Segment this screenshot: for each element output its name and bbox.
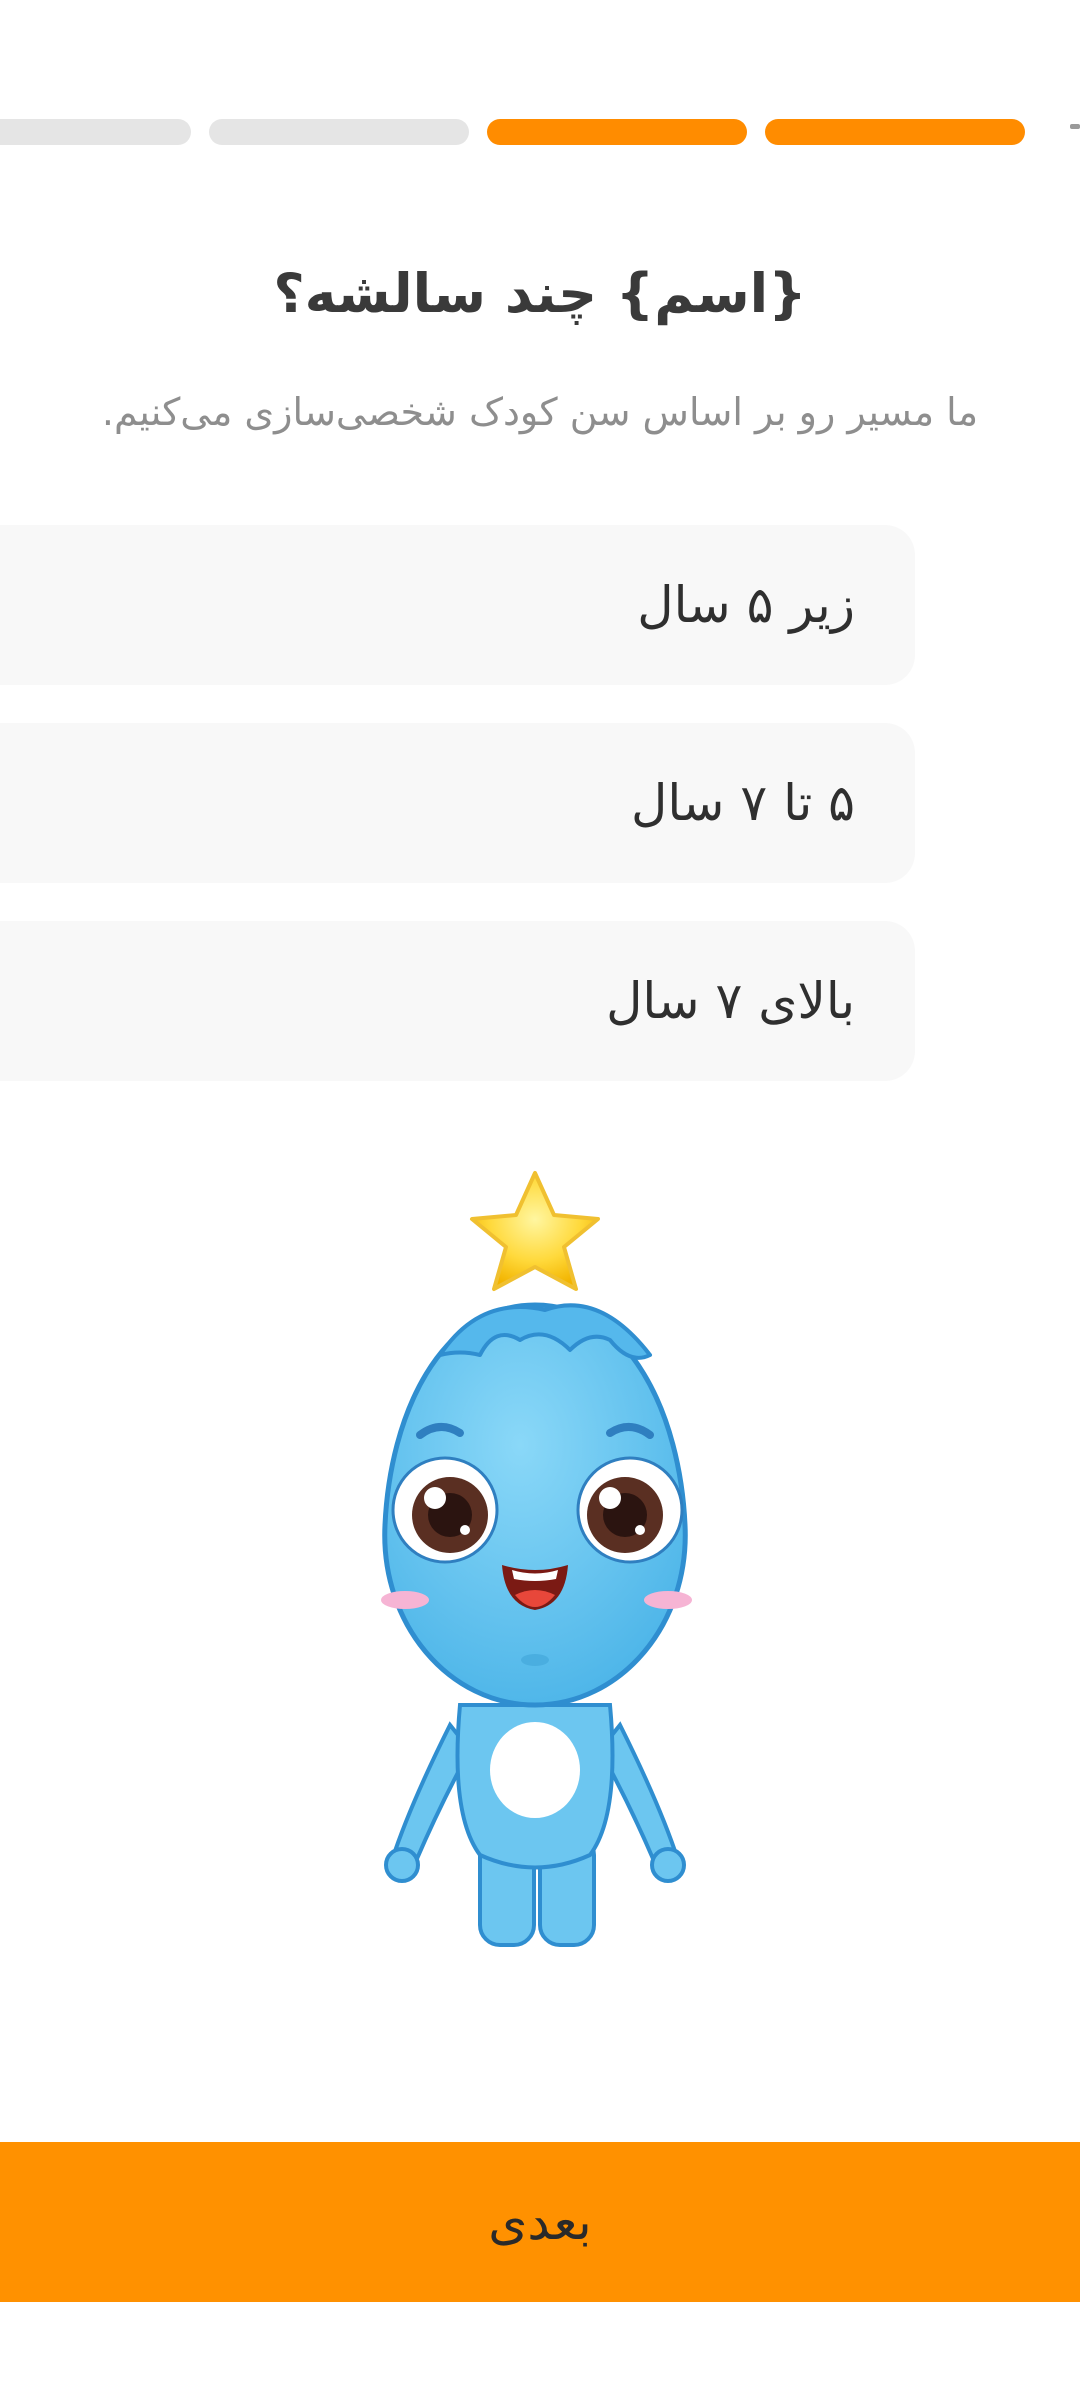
option-label: زیر ۵ سال — [637, 576, 855, 634]
page-title: {اسم} چند سالشه؟ — [273, 262, 807, 325]
progress-segment-complete — [487, 119, 747, 145]
option-label: ۵ تا ۷ سال — [630, 774, 855, 832]
progress-segment-complete — [765, 119, 1025, 145]
progress-bar — [0, 119, 1080, 145]
page-subtitle: ما مسیر رو بر اساس سن کودک شخصی‌سازی می‌… — [101, 390, 979, 434]
star-icon — [470, 1171, 600, 1291]
next-button[interactable]: بعدی — [0, 2142, 1080, 2302]
age-option-over-7[interactable]: بالای ۷ سال — [0, 921, 915, 1081]
progress-segment — [209, 119, 469, 145]
back-arrow-icon[interactable] — [1070, 124, 1080, 129]
age-option-under-5[interactable]: زیر ۵ سال — [0, 525, 915, 685]
option-label: بالای ۷ سال — [606, 972, 855, 1030]
age-option-5-to-7[interactable]: ۵ تا ۷ سال — [0, 723, 915, 883]
progress-segment — [0, 119, 191, 145]
mascot-icon — [381, 1171, 692, 1947]
